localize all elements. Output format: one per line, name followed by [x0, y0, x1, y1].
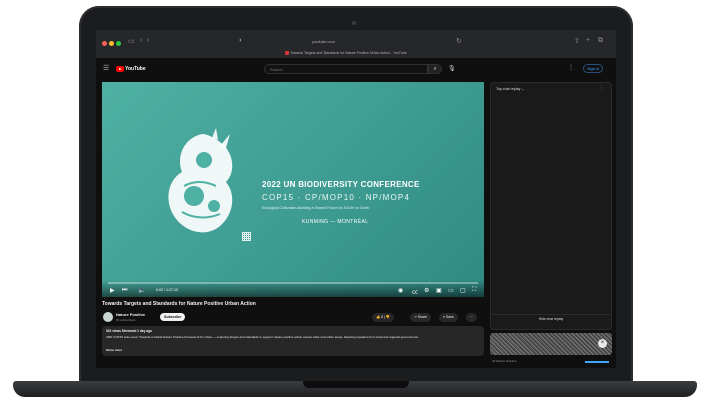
new-tab-icon[interactable]: +	[586, 37, 590, 44]
gear-icon[interactable]: ⚙	[424, 287, 429, 294]
chat-replay-panel	[490, 82, 612, 330]
qr-code	[242, 232, 251, 241]
save-button[interactable]: ≡ Save	[439, 313, 458, 322]
webcam	[352, 21, 356, 25]
menu-icon[interactable]: ☰	[103, 64, 109, 72]
autoplay-toggle-icon[interactable]: ◉	[398, 287, 403, 294]
shield-icon: ◐	[239, 37, 244, 44]
close-window-button[interactable]	[102, 41, 107, 46]
channel-subscribers: 33 subscribers	[116, 318, 136, 322]
browser-tab-bar: ▭ ‹ › ◐ youtube.com ↻ ⇧ + ⧉ Towards Targ…	[96, 30, 616, 58]
reload-icon[interactable]: ↻	[456, 37, 462, 45]
subscribe-button[interactable]: Subscribe	[160, 313, 186, 321]
minimize-window-button[interactable]	[109, 41, 114, 46]
browser-tab[interactable]: Towards Targets and Standards for Nature…	[290, 51, 407, 55]
maximize-window-button[interactable]	[116, 41, 121, 46]
like-count: 6	[381, 315, 384, 319]
slide-title: 2022 UN BIODIVERSITY CONFERENCE	[262, 180, 420, 189]
more-options-icon[interactable]: ⋮	[568, 64, 574, 71]
laptop-notch	[303, 381, 409, 388]
more-actions-button[interactable]: ···	[466, 313, 478, 322]
next-icon[interactable]: ⏭	[122, 287, 127, 294]
back-icon[interactable]: ‹	[140, 37, 142, 44]
fullscreen-icon[interactable]: ⛶	[472, 287, 476, 294]
search-input[interactable]: Search	[264, 64, 428, 74]
share-button[interactable]: ↗ Share	[410, 313, 431, 322]
address-bar[interactable]: youtube.com	[312, 39, 335, 44]
miniplayer-icon[interactable]: ▣	[436, 287, 442, 294]
sign-in-button[interactable]: Sign in	[583, 64, 604, 73]
youtube-logo-icon[interactable]	[116, 66, 124, 72]
laptop-screen: ▭ ‹ › ◐ youtube.com ↻ ⇧ + ⧉ Towards Targ…	[96, 30, 616, 368]
avatar[interactable]	[103, 312, 113, 322]
forward-icon[interactable]: ›	[147, 37, 149, 44]
time-display: 0:02 / 1:27:10	[156, 288, 178, 292]
show-more-link[interactable]: Show more	[106, 348, 122, 352]
play-icon[interactable]: ▶	[110, 287, 115, 294]
chat-options-icon[interactable]: ⋮	[599, 85, 604, 91]
channel-name[interactable]: Nature Positive	[116, 312, 145, 317]
recommendation-thumbnail[interactable]	[490, 333, 612, 355]
cop15-emblem-icon	[168, 128, 233, 233]
slide-subtitle: Ecological Civilization-Building a Share…	[262, 206, 369, 210]
save-label: Save	[445, 315, 454, 319]
progress-bar[interactable]	[108, 282, 478, 284]
description-body: CBD COP15 side event: Towards a Global N…	[106, 335, 419, 339]
video-title: Towards Targets and Standards for Nature…	[102, 301, 256, 307]
youtube-logo-text[interactable]: YouTube	[125, 66, 146, 72]
close-icon[interactable]: ×	[598, 339, 607, 348]
like-button[interactable]: 👍 6 | 👎	[372, 313, 395, 322]
video-player[interactable]: 2022 UN BIODIVERSITY CONFERENCE COP15 · …	[102, 82, 484, 297]
youtube-favicon-icon	[285, 51, 289, 55]
theater-mode-icon[interactable]: ▭	[448, 287, 454, 294]
recommendation-filter[interactable]: All Nature Positive	[492, 359, 517, 363]
hide-chat-button[interactable]: Hide chat replay	[492, 314, 610, 323]
subtitles-icon[interactable]: ㏄	[412, 287, 418, 296]
share-label: Share	[417, 315, 427, 319]
volume-icon[interactable]: 🔈	[138, 287, 145, 294]
cast-icon[interactable]: ▢	[460, 287, 466, 294]
sidebar-toggle-icon[interactable]: ▭	[128, 37, 135, 45]
filter-accent-bar	[585, 361, 609, 363]
chat-header[interactable]: Top chat replay ⌄	[496, 87, 524, 91]
description-meta: 522 views Streamed 1 day ago	[106, 329, 152, 333]
youtube-header: ☰ YouTube Search ⌕ 🎙 ⋮ Sign in	[96, 58, 616, 80]
mic-icon[interactable]: 🎙	[448, 65, 456, 72]
slide-place: KUNMING — MONTRÉAL	[302, 219, 369, 225]
tab-overview-icon[interactable]: ⧉	[598, 37, 603, 45]
search-icon[interactable]: ⌕	[428, 64, 442, 74]
search-placeholder: Search	[270, 67, 283, 72]
slide-cop: COP15 · CP/MOP10 · NP/MOP4	[262, 193, 411, 202]
share-icon[interactable]: ⇧	[574, 37, 580, 45]
description-box[interactable]	[102, 326, 484, 356]
